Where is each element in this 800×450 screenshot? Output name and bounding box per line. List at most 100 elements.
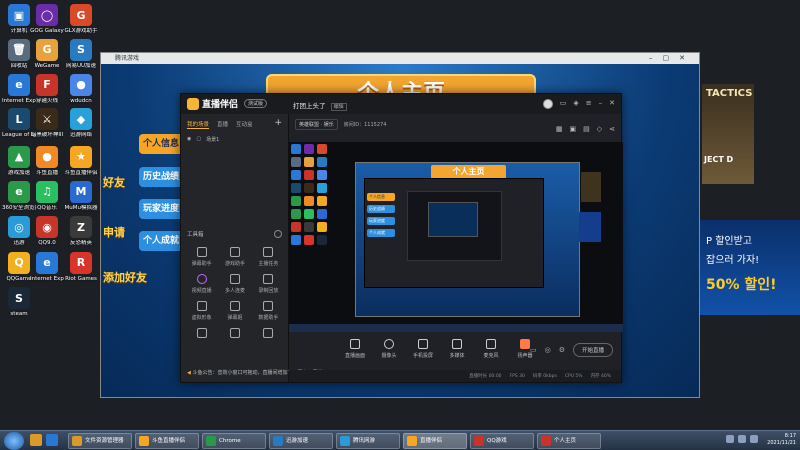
taskbar-button[interactable]: 腾讯网游 [336,433,400,449]
tool-extra-1[interactable] [185,328,218,341]
desktop-icon[interactable]: ◆ 迅游网络 [64,108,98,139]
skin-icon[interactable]: ◈ [573,99,578,109]
tab-live[interactable]: 直播 [217,120,228,129]
desktop-icon[interactable]: ● wdudcn [64,73,98,105]
ime-icon[interactable] [750,435,758,443]
desktop-icon[interactable]: eInternet Explorer [30,251,64,283]
desktop-icon[interactable]: F 穿越火线 [30,73,64,105]
game-side-add-friend[interactable]: 添加好友 [103,269,147,285]
mic-button[interactable]: 麦克风 [479,339,503,359]
game-menu-achievements[interactable]: 个人成就 [139,231,185,251]
settings-icon[interactable]: ⚙ [559,346,565,354]
minimize-icon[interactable]: – [599,99,603,109]
desktop-icon[interactable]: G GLX游戏助手 [64,4,98,35]
tool-extra-3[interactable] [252,328,285,341]
preview-ad [579,212,601,242]
source-media-button[interactable]: 多媒体 [445,339,469,359]
message-icon[interactable]: ▭ [560,99,567,109]
ie-icon[interactable] [46,434,58,446]
system-clock[interactable]: 8:17 2021/11/21 [767,433,796,447]
app-icon: e [8,180,30,203]
tool-record[interactable]: 录制回放 [252,274,285,294]
layout-icon[interactable]: ▦ [556,125,563,133]
game-menu-progress[interactable]: 玩家进度 [139,199,185,219]
preview-menu-item: 个人信息 [367,193,395,201]
camera-toggle-icon[interactable]: ▭ [530,346,537,354]
game-menu-personal-info[interactable]: 个人信息 [139,134,185,154]
gift-icon[interactable]: ▤ [583,125,590,133]
folder-icon[interactable] [30,434,42,446]
taskbar-button[interactable]: 斗鱼直播伴侣 [135,433,199,449]
toolbox-header: 工具箱 [187,230,282,238]
source-screen-button[interactable]: 直播画面 [343,339,367,359]
desktop-icon[interactable]: S 网易UU加速 [64,38,98,70]
ad-tactics-sub: JECT D [704,155,734,164]
source-camera-button[interactable]: 摄像头 [377,339,401,359]
share-icon[interactable]: ⋖ [609,125,615,133]
beauty-icon[interactable]: ◎ [545,346,551,354]
desktop-icon[interactable]: ◉ QQ9.0 [30,216,64,247]
desktop-icon[interactable]: ♫ QQ音乐 [30,180,64,212]
taskbar-button[interactable]: 直播伴侣 [403,433,467,449]
app-icon: ● [36,145,58,168]
eye-icon[interactable]: ◉ [187,136,191,143]
desktop-icon-label: 斗鱼直播伴侣 [64,169,98,176]
taskbar-button[interactable]: 文件资源管理器 [68,433,132,449]
lock-icon[interactable]: ▣ [569,125,576,133]
phone-icon [418,339,428,349]
edit-title-button[interactable]: 编辑 [330,103,347,111]
source-phone-button[interactable]: 手机投屏 [411,339,435,359]
ad-panel[interactable]: TACTICS JECT D P 할인받고 잡으러 가자! 50% 할인! [700,80,800,330]
tool-danmu[interactable]: 弹幕助手 [185,247,218,267]
chart-icon [263,301,274,311]
user-avatar[interactable] [542,99,553,109]
game-menu-history[interactable]: 历史战绩 [139,167,185,187]
tool-multi-mic[interactable]: 多人连麦 [218,274,251,294]
streaming-app-window[interactable]: 直播伴侣 测试版 打团上头了 编辑 ▭ ◈ ≡ – ✕ 我的场景 直播 互动盒 … [180,93,623,383]
ad-tactics[interactable]: TACTICS JECT D [702,84,754,184]
game-side-apply[interactable]: 申请 [103,224,125,240]
stream-preview[interactable]: 个人主页 个人信息 历史战绩 玩家进度 个人成就 [289,142,623,332]
add-scene-icon[interactable]: + [274,119,282,129]
desktop-icon[interactable]: M MuMu模拟器 [64,180,98,212]
game-side-friends[interactable]: 好友 [103,174,125,190]
tool-label: 弹幕姬 [227,315,243,321]
taskbar-button[interactable]: Chrome [202,433,266,449]
lock-icon[interactable]: ▢ [196,136,201,143]
tool-tasks[interactable]: 主播任务 [252,247,285,267]
desktop-icon[interactable]: ◯ GOG Galaxy [30,4,64,35]
tool-video[interactable]: 视频直播 [185,274,218,294]
scene-item[interactable]: ◉ ▢ 场景1 [187,136,282,143]
tab-interact[interactable]: 互动盒 [236,120,253,129]
close-icon[interactable]: ✕ [609,99,615,109]
toolbox-collapse-icon[interactable] [274,230,282,238]
bell-icon[interactable]: ◇ [597,125,602,133]
taskbar-button[interactable]: 个人主页 [537,433,601,449]
ad-sale[interactable]: P 할인받고 잡으러 가자! 50% 할인! [700,220,800,315]
tool-danmaku-girl[interactable]: 弹幕姬 [218,301,251,321]
desktop-icon[interactable]: R Riot Games [64,251,98,283]
menu-icon[interactable]: ≡ [586,99,592,109]
tool-data[interactable]: 数据助手 [252,301,285,321]
desktop-icon[interactable]: Z 反恐精英 [64,216,98,247]
taskbar-button[interactable]: 迅游加速 [269,433,333,449]
start-button[interactable] [4,432,24,450]
tool-game[interactable]: 游戏助手 [218,247,251,267]
desktop-icon-label: GOG Galaxy [30,28,64,34]
tool-extra-2[interactable] [218,328,251,341]
desktop-icon[interactable]: ★ 斗鱼直播伴侣 [64,145,98,177]
tool-avatar[interactable]: 虚拟形象 [185,301,218,321]
desktop-icon[interactable]: Ssteam [2,287,36,318]
desktop-icon[interactable]: G WeGame [30,38,64,70]
desktop-icon[interactable]: ⚔ 暗黑破坏神III [30,108,64,139]
desktop-icon[interactable]: ● 斗鱼直播 [30,145,64,177]
app-icon: e [8,73,30,96]
source-label: 多媒体 [449,353,465,359]
category-pill[interactable]: 英雄联盟 · 娱乐 [295,118,338,130]
network-icon[interactable] [726,435,734,443]
tab-my-scenes[interactable]: 我的场景 [187,120,210,129]
volume-icon[interactable] [738,435,746,443]
start-live-button[interactable]: 开始直播 [572,343,613,357]
window-controls[interactable]: –▢✕ [649,53,695,64]
taskbar-button[interactable]: QQ游戏 [470,433,534,449]
